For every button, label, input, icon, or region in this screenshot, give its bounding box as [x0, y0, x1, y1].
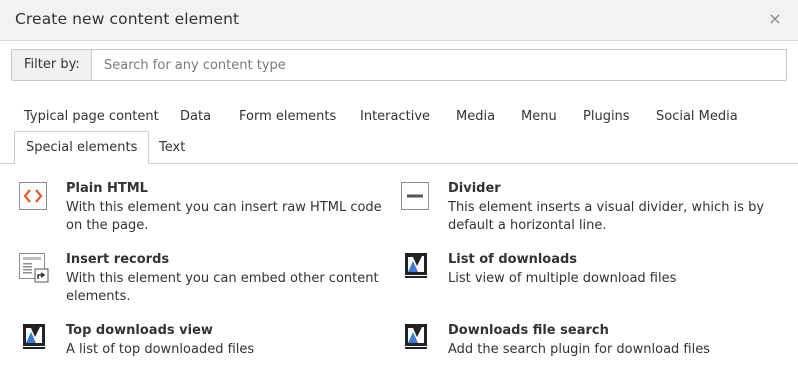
- search-input[interactable]: [92, 50, 786, 80]
- tab-special-elements[interactable]: Special elements: [14, 131, 150, 164]
- divider-icon: [400, 181, 430, 211]
- element-list-of-downloads[interactable]: List of downloads List view of multiple …: [400, 252, 780, 312]
- tab-text[interactable]: Text: [148, 132, 196, 164]
- tab-data[interactable]: Data: [169, 101, 222, 133]
- element-insert-records[interactable]: Insert records With this element you can…: [18, 252, 398, 312]
- element-title: Downloads file search: [448, 323, 609, 338]
- tab-social-media[interactable]: Social Media: [645, 101, 749, 133]
- tab-bar: Typical page content Data Form elements …: [0, 100, 798, 164]
- element-title: Top downloads view: [66, 323, 213, 338]
- close-icon[interactable]: ×: [766, 9, 784, 29]
- filter-bar: Filter by:: [11, 49, 787, 81]
- filter-label: Filter by:: [12, 50, 92, 80]
- element-title: Divider: [448, 181, 501, 196]
- downloads-extension-icon: [400, 323, 430, 353]
- downloads-extension-icon: [18, 323, 48, 353]
- tab-interactive[interactable]: Interactive: [349, 101, 441, 133]
- downloads-extension-icon: [400, 252, 430, 282]
- element-title: List of downloads: [448, 252, 578, 267]
- modal-header: Create new content element ×: [0, 0, 798, 41]
- tab-form-elements[interactable]: Form elements: [228, 101, 347, 133]
- element-description: This element inserts a visual divider, w…: [448, 200, 765, 233]
- element-description: With this element you can embed other co…: [66, 271, 379, 304]
- tab-media[interactable]: Media: [445, 101, 506, 133]
- element-description: A list of top downloaded files: [66, 342, 255, 357]
- element-description: With this element you can insert raw HTM…: [66, 200, 382, 233]
- element-description: List view of multiple download files: [448, 271, 677, 286]
- tab-menu[interactable]: Menu: [510, 101, 568, 133]
- element-downloads-file-search[interactable]: Downloads file search Add the search plu…: [400, 323, 780, 383]
- insert-records-icon: [18, 252, 49, 283]
- element-description: Add the search plugin for download files: [448, 342, 710, 357]
- tab-plugins[interactable]: Plugins: [572, 101, 641, 133]
- tab-typical-page-content[interactable]: Typical page content: [13, 101, 170, 133]
- element-title: Plain HTML: [66, 181, 148, 196]
- element-divider[interactable]: Divider This element inserts a visual di…: [400, 181, 780, 241]
- element-top-downloads-view[interactable]: Top downloads view A list of top downloa…: [18, 323, 398, 383]
- html-code-icon: [18, 181, 48, 211]
- element-plain-html[interactable]: Plain HTML With this element you can ins…: [18, 181, 398, 241]
- modal-title: Create new content element: [15, 10, 240, 28]
- element-title: Insert records: [66, 252, 170, 267]
